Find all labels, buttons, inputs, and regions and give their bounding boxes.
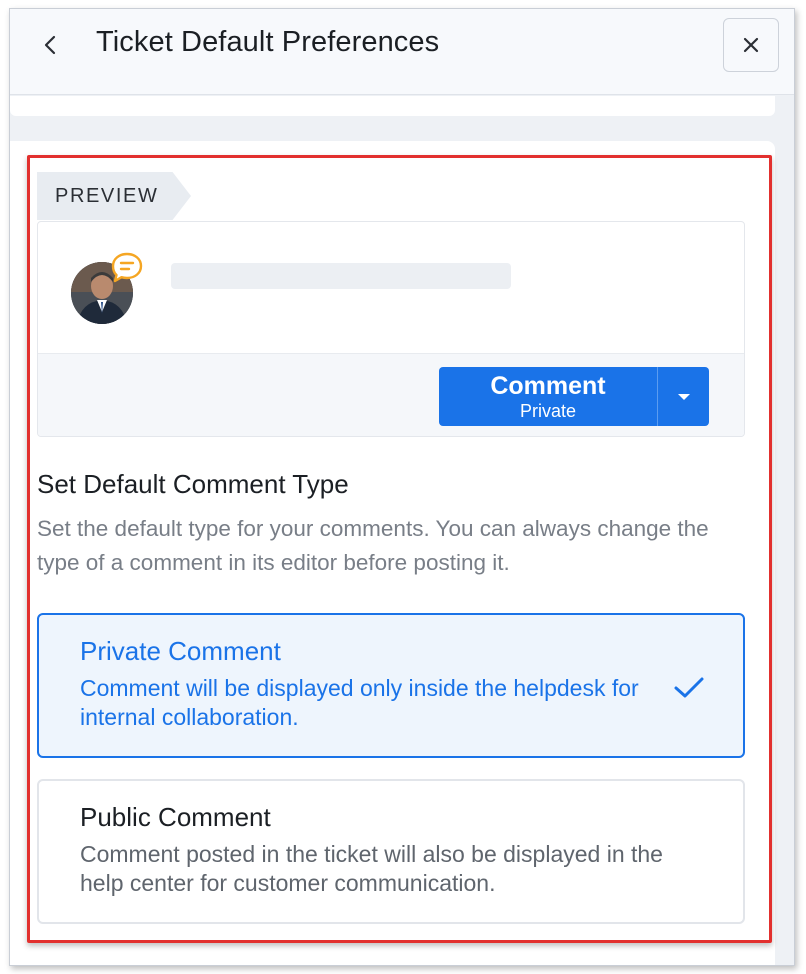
- header: Ticket Default Preferences: [10, 9, 794, 95]
- preferences-window: Ticket Default Preferences PREVIEW Comme…: [9, 8, 795, 966]
- previous-section-edge: [10, 96, 775, 116]
- page-title: Ticket Default Preferences: [96, 26, 440, 58]
- highlight-frame: [27, 155, 772, 943]
- back-button[interactable]: [38, 29, 62, 61]
- close-icon: [743, 37, 759, 53]
- chevron-left-icon: [44, 35, 56, 55]
- close-button[interactable]: [723, 18, 779, 72]
